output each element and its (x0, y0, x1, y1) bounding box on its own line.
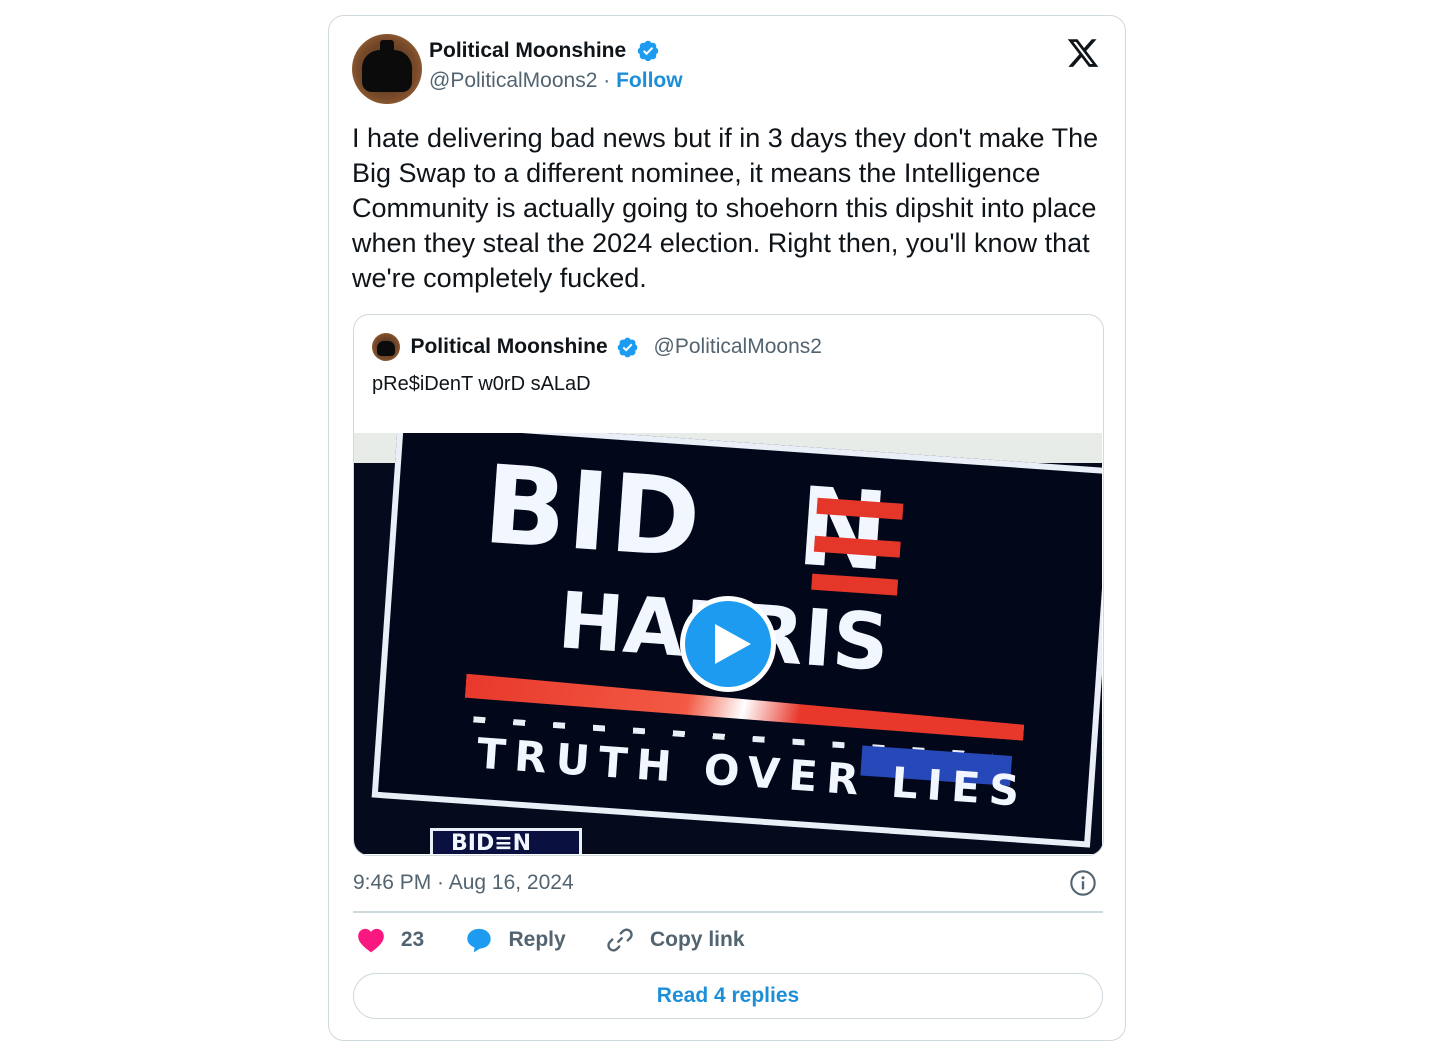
link-icon (607, 928, 633, 952)
tweet-timestamp[interactable]: 9:46 PM · Aug 16, 2024 (353, 871, 574, 895)
author-display-name[interactable]: Political Moonshine (429, 39, 626, 63)
quoted-tweet-text: pRe$iDenT w0rD sALaD (372, 373, 591, 395)
action-bar: 23 Reply Copy link (357, 926, 1057, 962)
quoted-tweet[interactable]: Political Moonshine @PoliticalMoons2 pRe… (353, 314, 1104, 856)
author-handle[interactable]: @PoliticalMoons2 (429, 69, 597, 92)
quoted-tweet-header: Political Moonshine @PoliticalMoons2 (372, 333, 822, 363)
reply-label: Reply (508, 928, 566, 951)
quoted-author-display-name: Political Moonshine (410, 335, 608, 358)
verified-badge-icon (617, 337, 638, 357)
author-avatar[interactable] (352, 34, 422, 104)
verified-badge-icon (637, 40, 658, 62)
heart-icon (358, 928, 384, 953)
like-button[interactable]: 23 (357, 927, 424, 953)
tweet-card: Political Moonshine @PoliticalMoons2 · F… (328, 15, 1126, 1041)
author-names: Political Moonshine @PoliticalMoons2 · F… (429, 39, 683, 93)
speech-bubble-icon (466, 928, 491, 953)
follow-button[interactable]: Follow (616, 69, 683, 92)
divider (353, 911, 1103, 913)
play-icon (715, 624, 751, 664)
bottom-sign: BID≡N (430, 828, 582, 854)
tweet-header: Political Moonshine @PoliticalMoons2 · F… (352, 34, 1102, 106)
copy-link-label: Copy link (649, 928, 745, 951)
quoted-author-handle: @PoliticalMoons2 (653, 335, 822, 358)
like-count: 23 (400, 928, 425, 951)
info-icon[interactable] (1069, 869, 1097, 897)
sign-e-stripes (811, 497, 904, 596)
video-thumbnail[interactable]: BIDN HARRIS TRUTH OVER LIES BID≡N (354, 433, 1102, 854)
tweet-text: I hate delivering bad news but if in 3 d… (352, 123, 1099, 293)
copy-link-button[interactable]: Copy link (606, 926, 745, 954)
handle-separator: · (603, 69, 611, 92)
x-logo-icon[interactable] (1066, 36, 1100, 70)
reply-button[interactable]: Reply (465, 926, 566, 954)
quoted-author-avatar (372, 333, 400, 361)
read-replies-button[interactable]: Read 4 replies (353, 973, 1103, 1019)
play-button[interactable] (680, 596, 776, 692)
